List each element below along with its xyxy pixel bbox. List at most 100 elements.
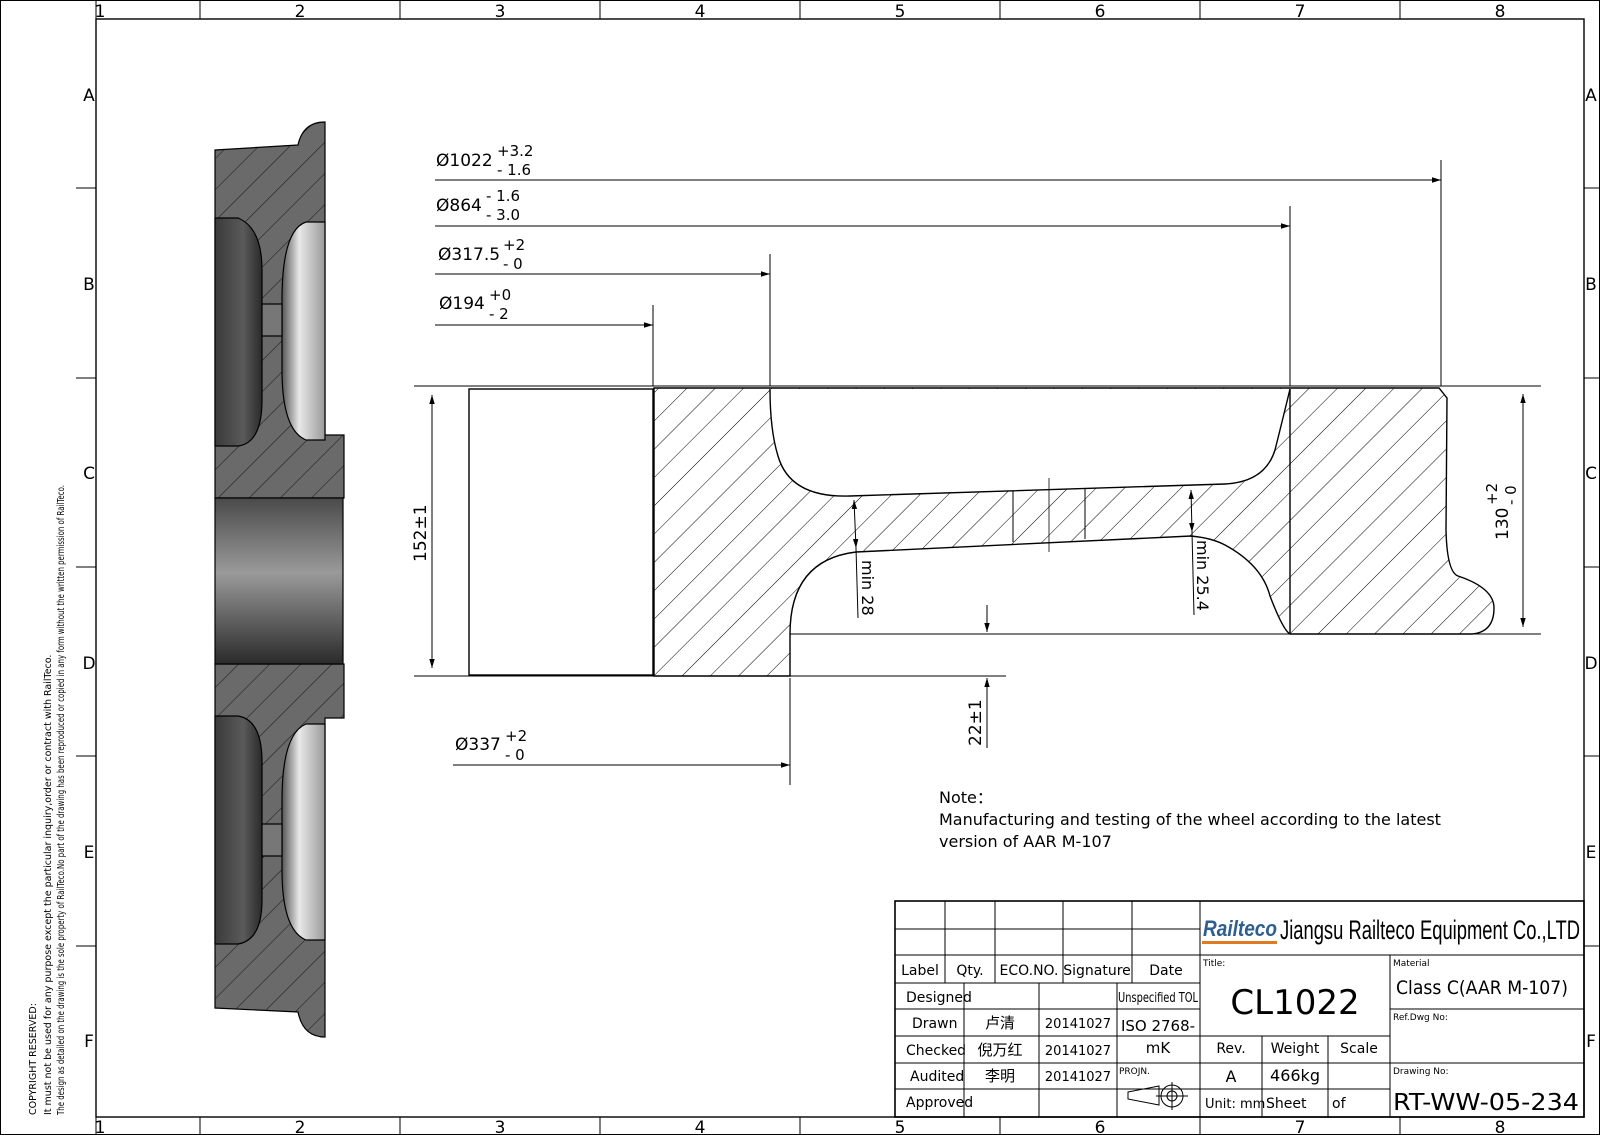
zone-col-7-top: 7 [1295,2,1306,22]
dim-337-upper: +2 [505,727,527,745]
drawing-sheet: 1 2 3 4 5 6 7 8 1 2 3 4 5 6 7 8 A B C D … [0,0,1600,1135]
role-drawn: Drawn [912,1016,957,1032]
zone-col-7-bottom: 7 [1295,1118,1306,1135]
weight-label: Weight [1271,1041,1320,1057]
title-block: Railteco Jiangsu Railteco Equipment Co.,… [894,900,1585,1118]
dim-194-upper: +0 [489,286,511,304]
zone-row-a-left: A [83,86,95,106]
zone-col-2-bottom: 2 [295,1118,306,1135]
zone-row-e-right: E [1586,843,1597,863]
zone-row-c-left: C [83,464,95,484]
dim-337-lower: - 0 [505,746,525,764]
zone-col-8-bottom: 8 [1495,1118,1506,1135]
dim-min-28: min 28 [858,560,877,616]
zone-col-6-top: 6 [1095,2,1106,22]
note-line-1: Manufacturing and testing of the wheel a… [939,810,1441,829]
scale-label: Scale [1340,1041,1378,1057]
hub-recess-fill [770,389,1290,497]
zone-row-d-right: D [1584,654,1597,674]
checked-date: 20141027 [1045,1044,1111,1059]
dim-194: Ø194 [439,294,485,314]
rev-label: Rev. [1216,1041,1245,1057]
dim-864-upper: - 1.6 [486,187,520,205]
zone-row-f-left: F [84,1032,94,1052]
drawing-title: CL1022 [1230,983,1359,1023]
dim-337: Ø337 [455,735,501,755]
copyright-title: COPYRIGHT RESERVED: [28,1003,39,1115]
checked-name: 倪万红 [977,1041,1022,1059]
header-eco: ECO.NO. [1000,963,1059,979]
dim-130: 130 [1493,508,1513,540]
dim-152: 152±1 [411,504,431,562]
tolerance-value-1: ISO 2768- [1121,1017,1195,1035]
ref-drawing-label: Ref.Dwg No: [1393,1013,1448,1023]
header-qty: Qty. [956,963,983,979]
copyright-line-1: It must not be used for any purpose exce… [43,655,54,1115]
header-date: Date [1149,963,1182,979]
zone-row-e-left: E [84,843,95,863]
zone-col-2-top: 2 [295,2,306,22]
zone-col-3-top: 3 [495,2,506,22]
bore-region [468,388,654,676]
dim-130-lower: - 0 [1502,485,1520,505]
web-slot-top [261,303,283,337]
zone-row-b-left: B [83,275,95,295]
header-signature: Signature [1063,963,1131,979]
role-checked: Checked [906,1043,966,1059]
title-label: Title: [1202,959,1225,969]
dim-194-lower: - 2 [489,305,509,323]
dim-1022: Ø1022 [436,151,493,171]
sheet-label: Sheet [1266,1096,1307,1112]
dim-min-25: min 25.4 [1193,540,1212,611]
tolerance-value-2: mK [1146,1039,1172,1057]
dim-864-lower: - 3.0 [486,206,520,224]
zone-col-5-bottom: 5 [895,1118,906,1135]
header-label: Label [901,963,939,979]
company-logo: Railteco [1203,916,1277,941]
audited-date: 20141027 [1045,1070,1111,1085]
zone-col-4-bottom: 4 [695,1118,706,1135]
dim-1022-upper: +3.2 [497,142,533,160]
projection-symbol-icon [1127,1082,1188,1110]
zone-row-a-right: A [1585,86,1597,106]
dim-317-lower: - 0 [503,255,523,273]
pocket-bottom-left [214,715,263,945]
pocket-top-right [281,221,326,441]
zone-col-3-bottom: 3 [495,1118,506,1135]
company-name: Jiangsu Railteco Equipment Co.,LTD [1280,915,1580,945]
material-label: Material [1393,959,1430,969]
unit-label: Unit: mm [1205,1097,1265,1112]
of-label: of [1332,1096,1347,1112]
weight-value: 466kg [1270,1066,1320,1085]
pocket-top-left [214,217,263,447]
zone-col-5-top: 5 [895,2,906,22]
copyright-notice: COPYRIGHT RESERVED: It must not be used … [28,485,67,1116]
zone-col-1-top: 1 [95,2,106,22]
web-slot-bottom [261,823,283,857]
dim-864: Ø864 [436,196,482,216]
zone-col-4-top: 4 [695,2,706,22]
tolerance-label: Unspecified TOL [1118,991,1199,1006]
zone-col-8-top: 8 [1495,2,1506,22]
dim-317: Ø317.5 [438,245,500,265]
zone-col-1-bottom: 1 [95,1118,106,1135]
dim-317-upper: +2 [503,236,525,254]
note-line-2: version of AAR M-107 [939,832,1112,851]
role-approved: Approved [906,1095,973,1111]
role-audited: Audited [910,1069,964,1085]
role-designed: Designed [906,990,972,1006]
drawn-date: 20141027 [1045,1017,1111,1032]
material-value: Class C(AAR M-107) [1396,977,1568,999]
wheel-section-view [214,121,345,1038]
zone-row-b-right: B [1585,275,1597,295]
pocket-bottom-right [281,723,326,941]
main-cross-section [468,387,1495,677]
dim-130-upper: +2 [1483,483,1501,505]
zone-col-6-bottom: 6 [1095,1118,1106,1135]
zone-row-c-right: C [1585,464,1597,484]
drawn-name: 卢清 [985,1014,1015,1032]
audited-name: 李明 [985,1067,1015,1085]
note-block: Note： Manufacturing and testing of the w… [939,788,1441,851]
dim-22: 22±1 [966,699,986,746]
drawing-number: RT-WW-05-234 [1393,1090,1579,1116]
